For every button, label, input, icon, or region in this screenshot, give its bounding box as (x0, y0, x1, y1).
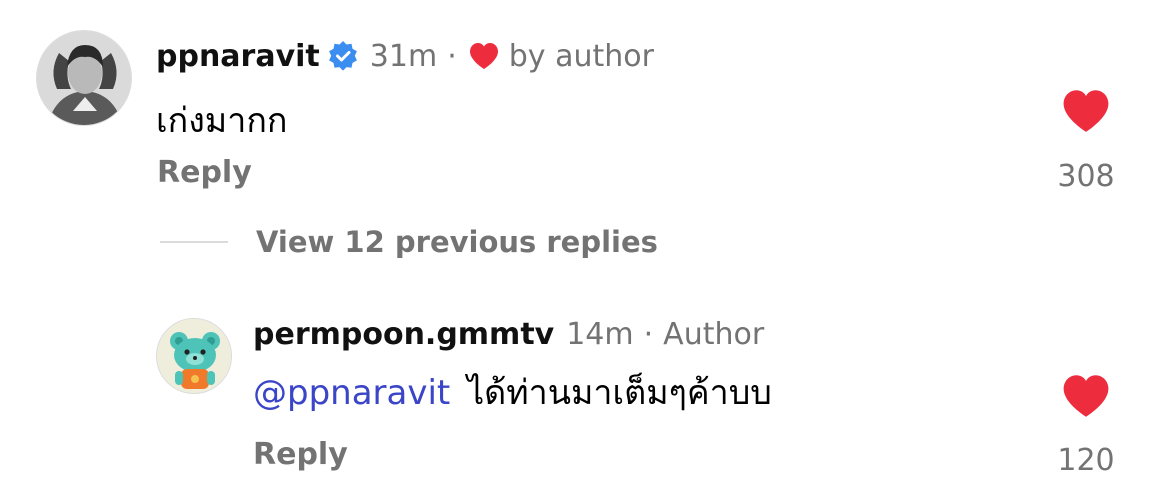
comment-username[interactable]: ppnaravit (156, 39, 320, 74)
reply-username[interactable]: permpoon.gmmtv (253, 317, 554, 352)
meta-separator: · (447, 38, 457, 74)
verified-badge-icon (328, 41, 358, 71)
reply-button[interactable]: Reply (253, 436, 348, 474)
like-count: 308 (1057, 159, 1115, 194)
reply-avatar[interactable] (156, 318, 232, 394)
meta-separator: · (643, 316, 654, 352)
replies-divider (160, 241, 228, 243)
like-heart-icon (1063, 375, 1109, 417)
reply-avatar-image (157, 319, 231, 393)
avatar[interactable] (36, 30, 132, 126)
like-count: 120 (1057, 443, 1115, 478)
author-label: Author (663, 316, 765, 352)
comment-time: 31m (369, 38, 438, 74)
like-heart-icon (1063, 90, 1109, 132)
by-author-label: by author (508, 38, 654, 74)
heart-icon (469, 42, 499, 70)
comment-text: เก่งมากก (156, 101, 288, 141)
like-button[interactable] (1062, 373, 1110, 419)
avatar-image (37, 31, 131, 125)
reply-text: ได้ท่านมาเต็มๆค้าบบ (467, 373, 772, 413)
reply-time: 14m (566, 316, 634, 352)
reply-button[interactable]: Reply (157, 154, 252, 192)
like-button[interactable] (1062, 88, 1110, 134)
view-previous-replies-button[interactable]: View 12 previous replies (256, 223, 658, 261)
mention-link[interactable]: @ppnaravit (253, 373, 450, 413)
